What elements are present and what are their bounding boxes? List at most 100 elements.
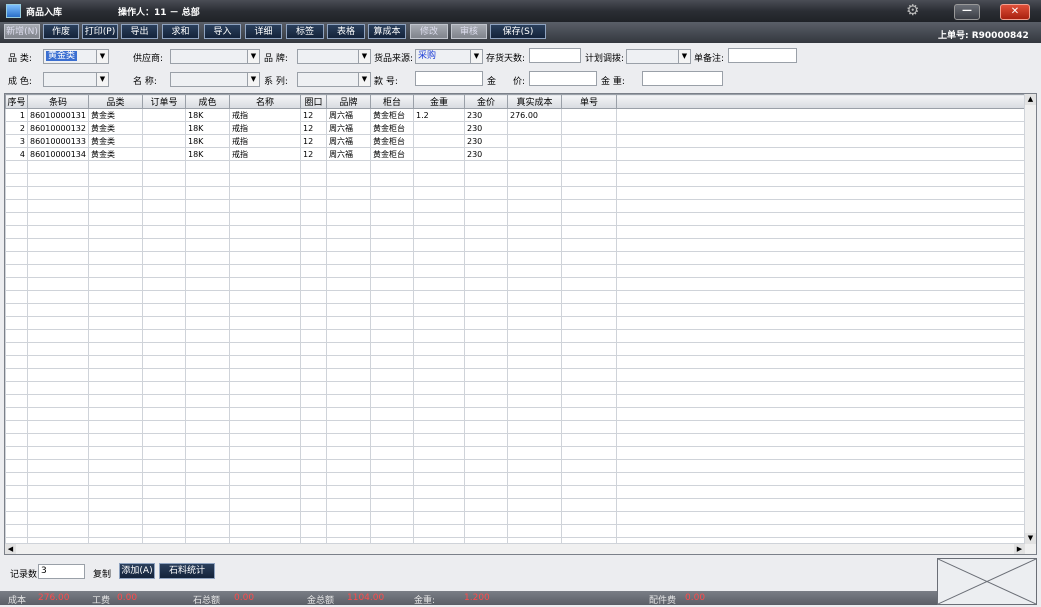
table-cell[interactable]: [507, 381, 562, 395]
table-cell[interactable]: [88, 381, 143, 395]
table-cell[interactable]: [507, 498, 562, 512]
table-cell[interactable]: [370, 368, 414, 382]
table-cell[interactable]: 黄金柜台: [370, 134, 414, 148]
table-cell[interactable]: [616, 381, 1033, 395]
table-row[interactable]: [5, 381, 1033, 395]
series-select[interactable]: ▼: [297, 72, 371, 87]
table-cell[interactable]: [464, 316, 508, 330]
table-cell[interactable]: [88, 394, 143, 408]
table-cell[interactable]: [300, 433, 327, 447]
column-header[interactable]: 名称: [229, 94, 301, 109]
table-cell[interactable]: [464, 498, 508, 512]
table-cell[interactable]: [561, 368, 617, 382]
table-cell[interactable]: [507, 407, 562, 421]
table-cell[interactable]: [229, 433, 301, 447]
table-cell[interactable]: 黄金类: [88, 121, 143, 135]
table-row[interactable]: [5, 238, 1033, 252]
table-cell[interactable]: [88, 524, 143, 538]
table-cell[interactable]: [229, 264, 301, 278]
table-cell[interactable]: [27, 186, 89, 200]
table-cell[interactable]: [616, 316, 1033, 330]
table-cell[interactable]: [185, 472, 230, 486]
table-cell[interactable]: [27, 485, 89, 499]
category-select[interactable]: 黄金类 ▼: [43, 49, 109, 64]
table-cell[interactable]: [370, 394, 414, 408]
table-cell[interactable]: [5, 212, 28, 226]
table-cell[interactable]: [142, 459, 186, 473]
table-cell[interactable]: [142, 329, 186, 343]
table-cell[interactable]: [507, 433, 562, 447]
table-cell[interactable]: 戒指: [229, 121, 301, 135]
table-cell[interactable]: [464, 394, 508, 408]
table-cell[interactable]: [413, 303, 465, 317]
table-cell[interactable]: [142, 511, 186, 525]
table-cell[interactable]: [561, 407, 617, 421]
table-cell[interactable]: [27, 264, 89, 278]
table-cell[interactable]: [616, 277, 1033, 291]
table-cell[interactable]: [185, 355, 230, 369]
table-cell[interactable]: [142, 251, 186, 265]
table-cell[interactable]: 230: [464, 147, 508, 161]
column-header[interactable]: 订单号: [142, 94, 186, 109]
table-cell[interactable]: [370, 407, 414, 421]
table-cell[interactable]: [464, 342, 508, 356]
table-cell[interactable]: [142, 433, 186, 447]
table-cell[interactable]: [370, 277, 414, 291]
table-cell[interactable]: [616, 472, 1033, 486]
table-cell[interactable]: [300, 524, 327, 538]
table-cell[interactable]: [229, 186, 301, 200]
table-cell[interactable]: [370, 264, 414, 278]
table-cell[interactable]: [616, 342, 1033, 356]
table-cell[interactable]: [464, 251, 508, 265]
table-cell[interactable]: [507, 459, 562, 473]
chevron-down-icon[interactable]: ▼: [96, 50, 108, 63]
table-cell[interactable]: [413, 264, 465, 278]
table-cell[interactable]: [616, 368, 1033, 382]
table-cell[interactable]: [616, 251, 1033, 265]
table-cell[interactable]: [27, 446, 89, 460]
save-button[interactable]: 保存(S): [490, 24, 546, 39]
grid-button[interactable]: 表格: [327, 24, 365, 39]
table-cell[interactable]: [88, 316, 143, 330]
table-cell[interactable]: [300, 160, 327, 174]
table-cell[interactable]: [507, 524, 562, 538]
table-cell[interactable]: [413, 225, 465, 239]
table-cell[interactable]: [326, 290, 371, 304]
table-cell[interactable]: [413, 472, 465, 486]
table-cell[interactable]: [185, 290, 230, 304]
table-cell[interactable]: [88, 342, 143, 356]
table-cell[interactable]: [5, 511, 28, 525]
table-cell[interactable]: [185, 498, 230, 512]
table-cell[interactable]: [616, 134, 1033, 148]
table-cell[interactable]: [413, 277, 465, 291]
table-cell[interactable]: [27, 472, 89, 486]
column-header[interactable]: 柜台: [370, 94, 414, 109]
table-cell[interactable]: [185, 186, 230, 200]
table-cell[interactable]: [142, 316, 186, 330]
table-row[interactable]: [5, 160, 1033, 174]
table-cell[interactable]: [326, 498, 371, 512]
column-header[interactable]: 金重: [413, 94, 465, 109]
table-cell[interactable]: [229, 368, 301, 382]
column-header[interactable]: 圈口: [300, 94, 327, 109]
table-cell[interactable]: [616, 524, 1033, 538]
table-cell[interactable]: [561, 329, 617, 343]
table-cell[interactable]: [229, 290, 301, 304]
table-cell[interactable]: [229, 381, 301, 395]
table-row[interactable]: [5, 446, 1033, 460]
table-cell[interactable]: [142, 407, 186, 421]
table-cell[interactable]: [5, 420, 28, 434]
table-cell[interactable]: [413, 407, 465, 421]
table-cell[interactable]: [413, 394, 465, 408]
table-cell[interactable]: [507, 186, 562, 200]
gear-icon[interactable]: ⚙: [906, 2, 919, 18]
void-button[interactable]: 作废: [43, 24, 79, 39]
table-cell[interactable]: [142, 173, 186, 187]
table-cell[interactable]: [561, 420, 617, 434]
table-cell[interactable]: [5, 329, 28, 343]
table-cell[interactable]: [88, 186, 143, 200]
table-cell[interactable]: [370, 173, 414, 187]
table-cell[interactable]: [229, 160, 301, 174]
table-cell[interactable]: [464, 225, 508, 239]
table-cell[interactable]: [300, 459, 327, 473]
